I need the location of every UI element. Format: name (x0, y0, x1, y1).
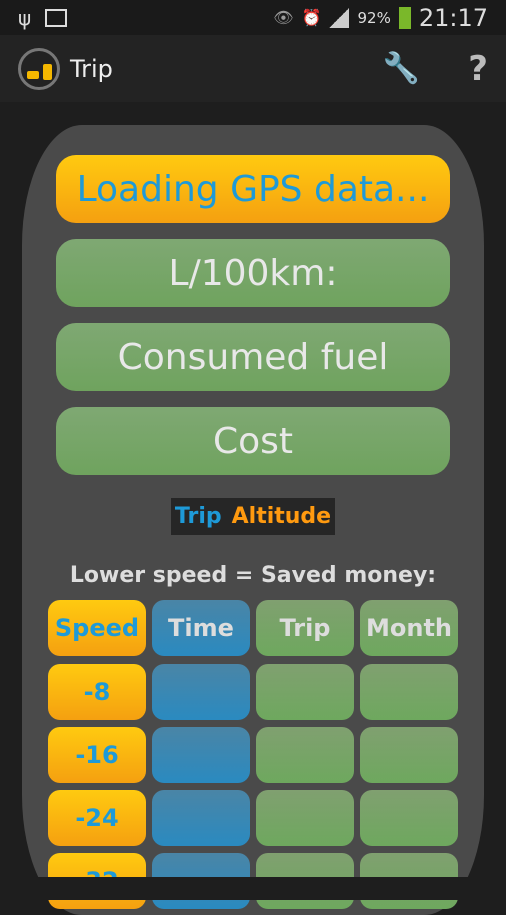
value-cell (152, 664, 250, 720)
savings-hint: Lower speed = Saved money: (69, 563, 437, 588)
app-logo[interactable] (18, 47, 60, 90)
action-bar: Trip 🔧 ? (0, 35, 506, 102)
consumption-button[interactable]: L/100km: (56, 239, 450, 307)
eye-icon: 👁 (273, 8, 294, 27)
speed-cell: -24 (48, 790, 146, 846)
page-title: Trip (70, 54, 113, 83)
value-cell (256, 664, 354, 720)
column-header-trip[interactable]: Trip (256, 600, 354, 656)
value-cell (152, 727, 250, 783)
column-header-month[interactable]: Month (360, 600, 458, 656)
speed-cell: -8 (48, 664, 146, 720)
tab-trip[interactable]: Trip (175, 504, 222, 529)
status-bar: ψ 👁 ⏰ 92% 21:17 (0, 0, 506, 35)
usb-icon: ψ (18, 5, 32, 30)
clock: 21:17 (418, 3, 488, 32)
value-cell (256, 727, 354, 783)
value-cell (256, 790, 354, 846)
value-cell (360, 727, 458, 783)
alarm-icon: ⏰ (301, 8, 322, 27)
mode-tabs: Trip Altitude (171, 498, 335, 535)
value-cell (360, 790, 458, 846)
cost-button[interactable]: Cost (56, 407, 450, 475)
battery-percent: 92% (357, 8, 391, 27)
value-cell (152, 790, 250, 846)
consumed-fuel-button[interactable]: Consumed fuel (56, 323, 450, 391)
speed-cell: -16 (48, 727, 146, 783)
bottom-area (0, 877, 506, 900)
battery-charging-icon (398, 6, 411, 29)
gps-status-button[interactable]: Loading GPS data... (56, 155, 450, 223)
column-header-speed[interactable]: Speed (48, 600, 146, 656)
signal-icon (329, 7, 350, 28)
image-icon (45, 8, 68, 27)
help-icon[interactable]: ? (468, 49, 488, 89)
tab-altitude[interactable]: Altitude (232, 504, 331, 529)
value-cell (360, 664, 458, 720)
column-header-time[interactable]: Time (152, 600, 250, 656)
wrench-icon[interactable]: 🔧 (383, 51, 420, 86)
